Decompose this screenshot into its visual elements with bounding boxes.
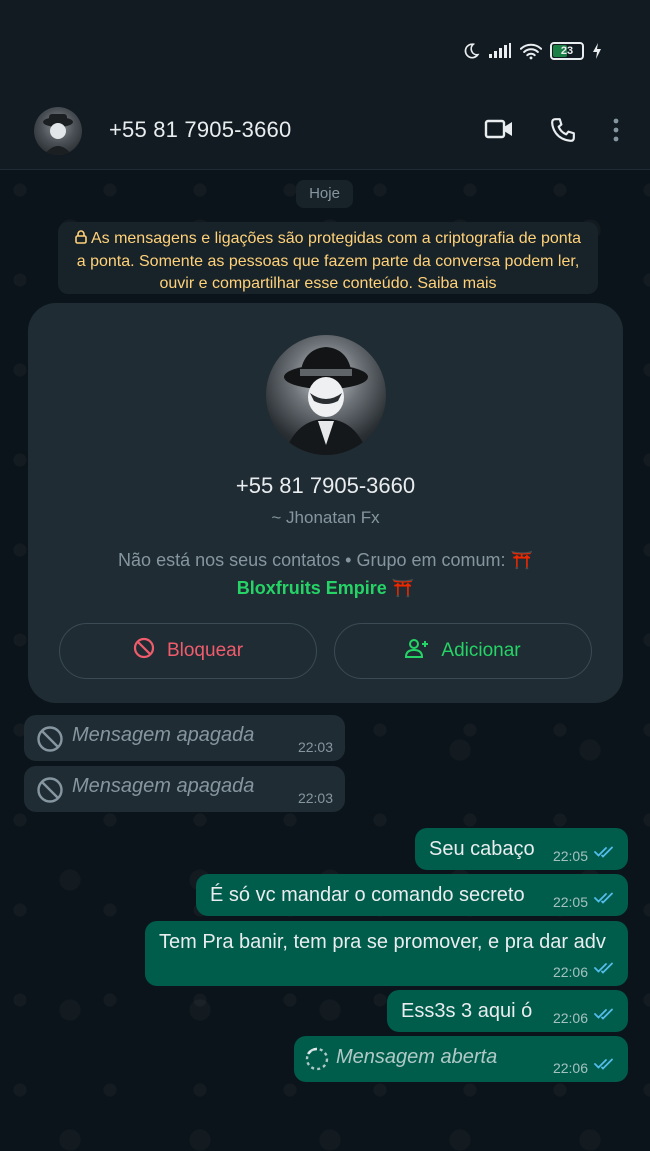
- add-person-icon: [405, 637, 429, 665]
- message-time: 22:06: [552, 964, 588, 980]
- contact-card-alias: ~ Jhonatan Fx: [271, 508, 380, 527]
- message-time: 22:05: [552, 848, 588, 864]
- battery-level: 23: [560, 45, 574, 57]
- message-text: Mensagem aberta: [336, 1046, 498, 1068]
- message-time: 22:06: [552, 1060, 588, 1076]
- read-receipt-icon: [594, 957, 616, 980]
- contact-card-info: Não está nos seus contatos • Grupo em co…: [28, 546, 623, 602]
- read-receipt-icon: [594, 841, 616, 864]
- message-time: 22:03: [297, 739, 333, 755]
- wifi-icon: [520, 43, 542, 60]
- message-bubble-outgoing[interactable]: Seu cabaço 22:05: [415, 828, 628, 870]
- message-time: 22:05: [552, 894, 588, 910]
- lock-icon: [75, 229, 87, 251]
- deleted-message-icon: [36, 725, 64, 759]
- charging-icon: [592, 43, 602, 59]
- block-button-label: Bloquear: [166, 640, 244, 661]
- read-receipt-icon: [594, 1003, 616, 1026]
- message-text: Mensagem apagada: [72, 724, 255, 746]
- message-text: Ess3s 3 aqui ó: [401, 1000, 533, 1022]
- date-divider: Hoje: [296, 180, 353, 208]
- message-time: 22:03: [297, 790, 333, 806]
- read-receipt-icon: [594, 887, 616, 910]
- video-call-icon[interactable]: [484, 117, 514, 146]
- add-contact-button-label: Adicionar: [441, 640, 521, 661]
- encryption-notice[interactable]: As mensagens e ligações são protegidas c…: [58, 222, 598, 294]
- encryption-notice-text: As mensagens e ligações são protegidas c…: [76, 230, 582, 292]
- more-vert-icon[interactable]: [612, 117, 620, 148]
- message-text: Mensagem apagada: [72, 775, 255, 797]
- chat-area[interactable]: Hoje As mensagens e ligações são protegi…: [0, 170, 650, 1151]
- status-icons: 23: [462, 42, 602, 60]
- moon-icon: [462, 42, 480, 60]
- contact-card-avatar[interactable]: [266, 335, 386, 455]
- read-receipt-icon: [594, 1053, 616, 1076]
- contact-avatar[interactable]: [34, 107, 82, 155]
- add-contact-button[interactable]: Adicionar: [334, 623, 592, 679]
- message-bubble-deleted[interactable]: Mensagem apagada 22:03: [24, 715, 345, 761]
- contact-card-phone: +55 81 7905-3660: [235, 473, 416, 498]
- status-bar: 23: [0, 0, 650, 95]
- signal-icon: [488, 43, 512, 59]
- view-once-opened-icon: [304, 1046, 330, 1078]
- block-button[interactable]: Bloquear: [59, 623, 317, 679]
- message-text: Tem Pra banir, tem pra se promover, e pr…: [159, 931, 606, 953]
- message-bubble-deleted[interactable]: Mensagem apagada 22:03: [24, 766, 345, 812]
- common-group-link[interactable]: Bloxfruits Empire ⛩️: [28, 574, 623, 602]
- deleted-message-icon: [36, 776, 64, 810]
- message-time: 22:06: [552, 1010, 588, 1026]
- voice-call-icon[interactable]: [550, 117, 576, 148]
- contact-card-info-text: Não está nos seus contatos • Grupo em co…: [118, 550, 533, 570]
- message-text: É só vc mandar o comando secreto: [210, 884, 525, 906]
- battery-icon: 23: [550, 42, 584, 60]
- message-text: Seu cabaço: [429, 838, 535, 860]
- message-bubble-outgoing[interactable]: Ess3s 3 aqui ó 22:06: [387, 990, 628, 1032]
- message-bubble-outgoing[interactable]: Tem Pra banir, tem pra se promover, e pr…: [145, 921, 628, 986]
- message-bubble-outgoing[interactable]: É só vc mandar o comando secreto 22:05: [196, 874, 628, 916]
- chat-header: +55 81 7905-3660: [0, 95, 650, 170]
- block-icon: [133, 637, 155, 665]
- chat-title[interactable]: +55 81 7905-3660: [109, 117, 291, 143]
- contact-card: +55 81 7905-3660 ~ Jhonatan Fx Não está …: [28, 303, 623, 703]
- message-bubble-view-once[interactable]: Mensagem aberta 22:06: [294, 1036, 628, 1082]
